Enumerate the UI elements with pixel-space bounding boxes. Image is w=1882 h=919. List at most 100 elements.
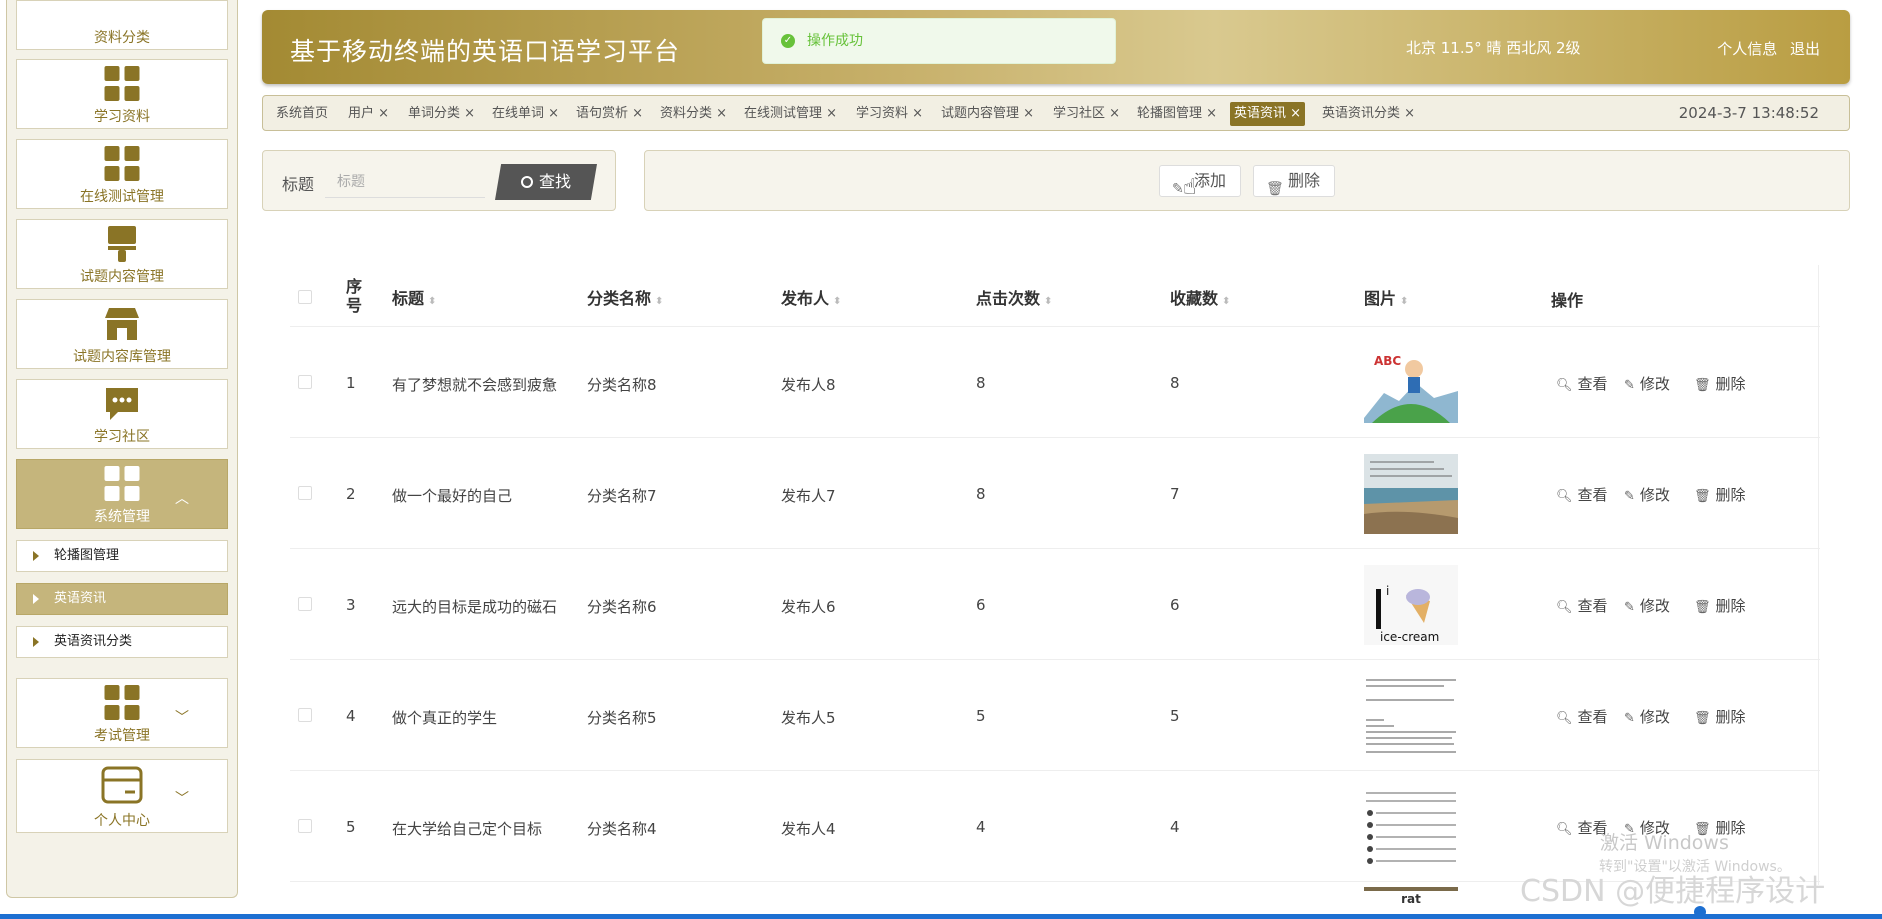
menu-label: 学习资料 xyxy=(94,109,150,125)
row-checkbox[interactable] xyxy=(298,597,312,611)
view-action[interactable]: 🔍︎ 查看 xyxy=(1556,373,1608,394)
caret-right-icon xyxy=(33,637,39,647)
delete-button[interactable]: 🗑 删除 xyxy=(1253,165,1336,197)
menu-item-study-material[interactable]: 学习资料 xyxy=(16,59,228,129)
search-icon: 🔍︎ xyxy=(1556,822,1573,837)
submenu-item-news-category[interactable]: 英语资讯分类 xyxy=(16,626,228,658)
view-action[interactable]: 🔍︎ 查看 xyxy=(1556,484,1608,505)
tag-sentence[interactable]: 语句赏析 × xyxy=(572,102,647,126)
thumbnail-beach-image xyxy=(1364,454,1458,534)
row-checkbox[interactable] xyxy=(298,486,312,500)
cell-publisher: 发布人8 xyxy=(781,376,836,394)
search-button[interactable]: 查找 xyxy=(495,164,597,200)
cell-clicks: 4 xyxy=(976,818,986,836)
edit-action[interactable]: ✎ 修改 xyxy=(1624,484,1670,505)
menu-item-material-category[interactable]: 资料分类 xyxy=(16,0,228,50)
partial-row-thumbnail: rat xyxy=(1364,887,1458,909)
view-action[interactable]: 🔍︎ 查看 xyxy=(1556,595,1608,616)
row-checkbox[interactable] xyxy=(298,375,312,389)
tag-material-category[interactable]: 资料分类 × xyxy=(656,102,731,126)
profile-link[interactable]: 个人信息 xyxy=(1717,40,1777,58)
delete-action-label: 删除 xyxy=(1715,597,1746,615)
svg-text:ABC: ABC xyxy=(1374,354,1401,368)
store-icon xyxy=(105,308,139,340)
trash-icon: 🗑︎ xyxy=(1694,711,1711,726)
add-button[interactable]: ✎ 添加 xyxy=(1159,165,1242,197)
menu-label: 试题内容管理 xyxy=(80,269,164,285)
cell-category: 分类名称5 xyxy=(587,709,657,727)
tag-english-news[interactable]: 英语资讯 × xyxy=(1230,102,1306,126)
thumbnail-cartoon-image: ABC xyxy=(1364,343,1458,423)
edit-action-label: 修改 xyxy=(1639,375,1670,393)
tag-banner[interactable]: 轮播图管理 × xyxy=(1133,102,1221,126)
grid-icon xyxy=(104,66,140,101)
cell-index: 3 xyxy=(346,596,356,614)
menu-item-system[interactable]: ︿ 系统管理 xyxy=(16,459,228,529)
edit-action[interactable]: ✎ 修改 xyxy=(1624,373,1670,394)
progress-handle[interactable] xyxy=(1694,906,1706,918)
cell-publisher: 发布人7 xyxy=(781,487,836,505)
grid-icon xyxy=(104,466,140,501)
tag-online-word[interactable]: 在线单词 × xyxy=(488,102,563,126)
tag-word-category[interactable]: 单词分类 × xyxy=(404,102,479,126)
tags-bar: 系统首页 用户 × 单词分类 × 在线单词 × 语句赏析 × 资料分类 × 在线… xyxy=(262,95,1850,131)
tag-study-material[interactable]: 学习资料 × xyxy=(852,102,927,126)
cell-category: 分类名称8 xyxy=(587,376,657,394)
menu-item-question-bank[interactable]: 试题内容库管理 xyxy=(16,299,228,369)
cell-title: 远大的目标是成功的磁石 xyxy=(392,598,558,616)
cell-title: 在大学给自己定个目标 xyxy=(392,820,543,838)
search-icon: 🔍︎ xyxy=(1556,378,1573,393)
menu-label: 考试管理 xyxy=(94,728,150,744)
col-category[interactable]: 分类名称 ⬍ xyxy=(587,285,663,309)
delete-action[interactable]: 🗑︎ 删除 xyxy=(1694,595,1746,616)
delete-action[interactable]: 🗑︎ 删除 xyxy=(1694,373,1746,394)
title-search-input[interactable] xyxy=(325,166,485,198)
col-clicks[interactable]: 点击次数 ⬍ xyxy=(976,285,1052,309)
col-image[interactable]: 图片 ⬍ xyxy=(1364,285,1408,309)
menu-item-question-content[interactable]: 试题内容管理 xyxy=(16,219,228,289)
logout-link[interactable]: 退出 xyxy=(1790,40,1820,58)
search-icon xyxy=(520,176,533,188)
table-row: 1 有了梦想就不会感到疲惫 分类名称8 发布人8 8 8 ABC 🔍︎ 查看 ✎ 修… xyxy=(290,327,1820,438)
trash-icon: 🗑︎ xyxy=(1694,378,1711,393)
row-checkbox[interactable] xyxy=(298,819,312,833)
col-image-label: 图片 xyxy=(1364,289,1397,308)
view-action[interactable]: 🔍︎ 查看 xyxy=(1556,706,1608,727)
select-all-checkbox[interactable] xyxy=(298,290,312,304)
tag-community[interactable]: 学习社区 × xyxy=(1049,102,1124,126)
sort-icon: ⬍ xyxy=(1044,296,1053,307)
view-action-label: 查看 xyxy=(1577,708,1608,726)
tag-home[interactable]: 系统首页 xyxy=(272,102,332,126)
search-button-label: 查找 xyxy=(538,172,571,191)
sort-icon: ⬍ xyxy=(655,296,664,307)
sidebar: 资料分类 学习资料 在线测试管理 试题内容管理 试题内容库管理 学习社区 ︿ 系… xyxy=(6,0,238,898)
menu-item-exam[interactable]: ﹀ 考试管理 xyxy=(16,678,228,748)
success-toast: ✓ 操作成功 xyxy=(762,18,1116,64)
tag-news-category[interactable]: 英语资讯分类 × xyxy=(1318,102,1419,126)
col-publisher[interactable]: 发布人 ⬍ xyxy=(781,285,841,309)
toast-message: 操作成功 xyxy=(807,33,863,49)
chevron-up-icon: ︿ xyxy=(175,491,189,507)
menu-item-online-test[interactable]: 在线测试管理 xyxy=(16,139,228,209)
tag-online-test[interactable]: 在线测试管理 × xyxy=(740,102,841,126)
tag-question-content[interactable]: 试题内容管理 × xyxy=(937,102,1038,126)
menu-item-community[interactable]: 学习社区 xyxy=(16,379,228,449)
delete-action[interactable]: 🗑︎ 删除 xyxy=(1694,484,1746,505)
delete-action[interactable]: 🗑︎ 删除 xyxy=(1694,706,1746,727)
thumbnail-ice-cream-image: i ice-cream xyxy=(1364,565,1458,645)
cell-index: 5 xyxy=(346,818,356,836)
submenu-item-english-news[interactable]: 英语资讯 xyxy=(16,583,228,615)
col-title[interactable]: 标题 ⬍ xyxy=(392,285,436,309)
col-favorites[interactable]: 收藏数 ⬍ xyxy=(1170,285,1230,309)
tag-user[interactable]: 用户 × xyxy=(344,102,393,126)
delete-action-label: 删除 xyxy=(1715,375,1746,393)
table-row: 2 做一个最好的自己 分类名称7 发布人7 8 7 🔍︎ 查看 ✎ 修改 🗑︎ 删除 xyxy=(290,438,1820,549)
edit-action[interactable]: ✎ 修改 xyxy=(1624,595,1670,616)
menu-item-personal-center[interactable]: ﹀ 个人中心 xyxy=(16,759,228,833)
row-checkbox[interactable] xyxy=(298,708,312,722)
submenu-item-banner[interactable]: 轮播图管理 xyxy=(16,540,228,572)
edit-action[interactable]: ✎ 修改 xyxy=(1624,706,1670,727)
menu-label: 个人中心 xyxy=(94,813,150,829)
sort-icon: ⬍ xyxy=(1222,296,1231,307)
cell-favorites: 8 xyxy=(1170,374,1180,392)
